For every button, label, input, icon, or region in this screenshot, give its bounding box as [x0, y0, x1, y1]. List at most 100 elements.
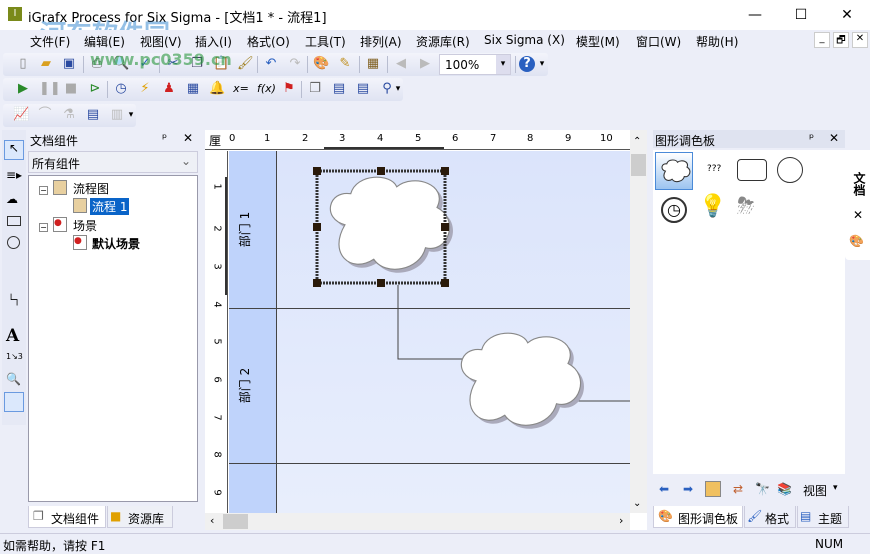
- vertical-scrollbar[interactable]: ⌃ ⌄: [630, 130, 647, 513]
- redo-icon[interactable]: ↷: [287, 56, 303, 72]
- grid-icon[interactable]: ▦: [365, 56, 381, 72]
- library-icon[interactable]: 📚: [777, 482, 792, 496]
- overflow-icon[interactable]: ▾: [394, 81, 402, 97]
- circle-tool[interactable]: [7, 236, 20, 249]
- text-block-tool[interactable]: ≡▸: [6, 168, 22, 182]
- format-painter-icon[interactable]: 🖌: [237, 56, 254, 72]
- tab-shape-palette[interactable]: 🎨 图形调色板: [653, 506, 743, 528]
- open-icon[interactable]: ▰: [38, 56, 54, 72]
- mdi-minimize-button[interactable]: _: [814, 32, 830, 48]
- person-icon[interactable]: ♟: [161, 81, 177, 97]
- palette-lightbulb[interactable]: 💡: [699, 194, 726, 219]
- menu-view[interactable]: 视图(V): [140, 33, 182, 50]
- palette-storm-cloud[interactable]: ⛈: [737, 194, 755, 219]
- save-icon[interactable]: ▣: [61, 56, 77, 72]
- lightning-icon[interactable]: ⚡: [137, 81, 153, 97]
- bell-icon[interactable]: 🔔: [209, 81, 225, 97]
- scroll-thumb[interactable]: [631, 154, 646, 176]
- menu-file[interactable]: 文件(F): [30, 33, 70, 50]
- tab-document-components[interactable]: ❐ 文档组件: [28, 506, 106, 528]
- collapse-icon[interactable]: −: [39, 186, 48, 195]
- forward-icon[interactable]: ▶: [417, 56, 433, 72]
- panel-tool[interactable]: [4, 392, 24, 412]
- scroll-right-icon[interactable]: ›: [619, 514, 623, 527]
- pin-icon[interactable]: ᵖ: [162, 131, 167, 145]
- tree-item-process-1[interactable]: 流程 1: [90, 198, 130, 215]
- minimize-button[interactable]: —: [732, 0, 778, 30]
- overflow-icon[interactable]: ▾: [127, 107, 135, 123]
- connector-line[interactable]: [397, 285, 474, 363]
- chevron-down-icon[interactable]: ▾: [833, 483, 838, 493]
- menu-format[interactable]: 格式(O): [247, 33, 290, 50]
- close-icon[interactable]: ✕: [183, 131, 193, 145]
- menu-six-sigma[interactable]: Six Sigma (X): [484, 33, 565, 47]
- scroll-thumb[interactable]: [223, 514, 248, 529]
- find-icon[interactable]: 🔭: [755, 482, 770, 496]
- function-icon[interactable]: f(x): [257, 81, 276, 97]
- clipboard-icon[interactable]: ▥: [109, 107, 125, 123]
- shapes-icon[interactable]: ⇄: [733, 482, 743, 496]
- tab-theme[interactable]: ▤ 主题: [797, 506, 849, 528]
- menu-library[interactable]: 资源库(R): [416, 33, 470, 50]
- close-icon[interactable]: ✕: [829, 131, 839, 145]
- menu-help[interactable]: 帮助(H): [696, 33, 738, 50]
- flask-icon[interactable]: ⚗: [61, 107, 77, 123]
- tab-library[interactable]: ■ 资源库: [107, 506, 173, 528]
- pin-icon[interactable]: ᵖ: [809, 131, 814, 145]
- distribution-icon[interactable]: ⌒: [37, 107, 53, 123]
- cloud-shape-1[interactable]: [329, 176, 453, 273]
- undo-icon[interactable]: ↶: [263, 56, 279, 72]
- palette-clock[interactable]: ◷: [661, 197, 687, 223]
- tree-item-flowchart[interactable]: 流程图: [73, 180, 109, 197]
- collapse-icon[interactable]: −: [39, 223, 48, 232]
- scroll-down-icon[interactable]: ⌄: [633, 498, 641, 509]
- pages-icon[interactable]: ❐: [307, 81, 323, 97]
- menu-model[interactable]: 模型(M): [576, 33, 620, 50]
- close-button[interactable]: ✕: [824, 0, 870, 30]
- maximize-button[interactable]: ☐: [778, 0, 824, 30]
- numbering-tool[interactable]: 1↘3: [6, 352, 23, 361]
- pointer-tool[interactable]: ↖: [4, 140, 24, 160]
- horizontal-scrollbar[interactable]: ‹ ›: [205, 513, 630, 530]
- tab-format[interactable]: 🖌 格式: [744, 506, 796, 528]
- scroll-up-icon[interactable]: ⌃: [633, 136, 641, 147]
- palette-cloud[interactable]: [655, 152, 693, 190]
- text-tool[interactable]: A: [6, 326, 19, 346]
- scroll-left-icon[interactable]: ‹: [210, 514, 214, 527]
- zoom-tool[interactable]: 🔍: [6, 372, 21, 386]
- pause-icon[interactable]: ❚❚: [39, 81, 61, 97]
- analyze-icon[interactable]: ⚲: [379, 81, 395, 97]
- view-menu[interactable]: 视图: [803, 482, 827, 499]
- palette-rounded-rectangle[interactable]: [737, 159, 767, 181]
- step-icon[interactable]: ⊳: [87, 81, 103, 97]
- report-icon[interactable]: ▤: [355, 81, 371, 97]
- cloud-tool[interactable]: ☁: [6, 192, 18, 206]
- menu-window[interactable]: 窗口(W): [636, 33, 681, 50]
- palette-icon[interactable]: [705, 481, 721, 497]
- mdi-restore-button[interactable]: 🗗: [833, 32, 849, 48]
- menu-arrange[interactable]: 排列(A): [360, 33, 402, 50]
- close-icon[interactable]: ✕: [853, 208, 863, 222]
- menu-insert[interactable]: 插入(I): [195, 33, 232, 50]
- palette-icon[interactable]: 🎨: [313, 56, 329, 72]
- pencil-icon[interactable]: ✎: [337, 56, 353, 72]
- flag-icon[interactable]: ⚑: [281, 81, 297, 97]
- palette-circle[interactable]: [777, 157, 803, 183]
- clock-run-icon[interactable]: ◷: [113, 81, 129, 97]
- chart-icon[interactable]: 📈: [13, 107, 29, 123]
- mdi-close-button[interactable]: ✕: [852, 32, 868, 48]
- cloud-shape-2[interactable]: [460, 332, 584, 429]
- overflow-icon[interactable]: ▾: [538, 56, 546, 72]
- notebook-icon[interactable]: ▤: [85, 107, 101, 123]
- run-icon[interactable]: ▶: [15, 81, 31, 97]
- zoom-select[interactable]: 100% ▾: [439, 54, 511, 75]
- scenario-icon[interactable]: ▤: [331, 81, 347, 97]
- component-filter-select[interactable]: 所有组件 ⌄: [28, 151, 198, 173]
- menu-tools[interactable]: 工具(T): [305, 33, 346, 50]
- arrow-left-icon[interactable]: ⬅: [659, 482, 669, 496]
- back-icon[interactable]: ◀: [393, 56, 409, 72]
- chevron-down-icon[interactable]: ▾: [496, 55, 510, 74]
- help-icon[interactable]: ?: [519, 56, 535, 72]
- connector-tool[interactable]: └┐: [8, 295, 20, 306]
- tree-item-default-scenario[interactable]: 默认场景: [92, 235, 140, 252]
